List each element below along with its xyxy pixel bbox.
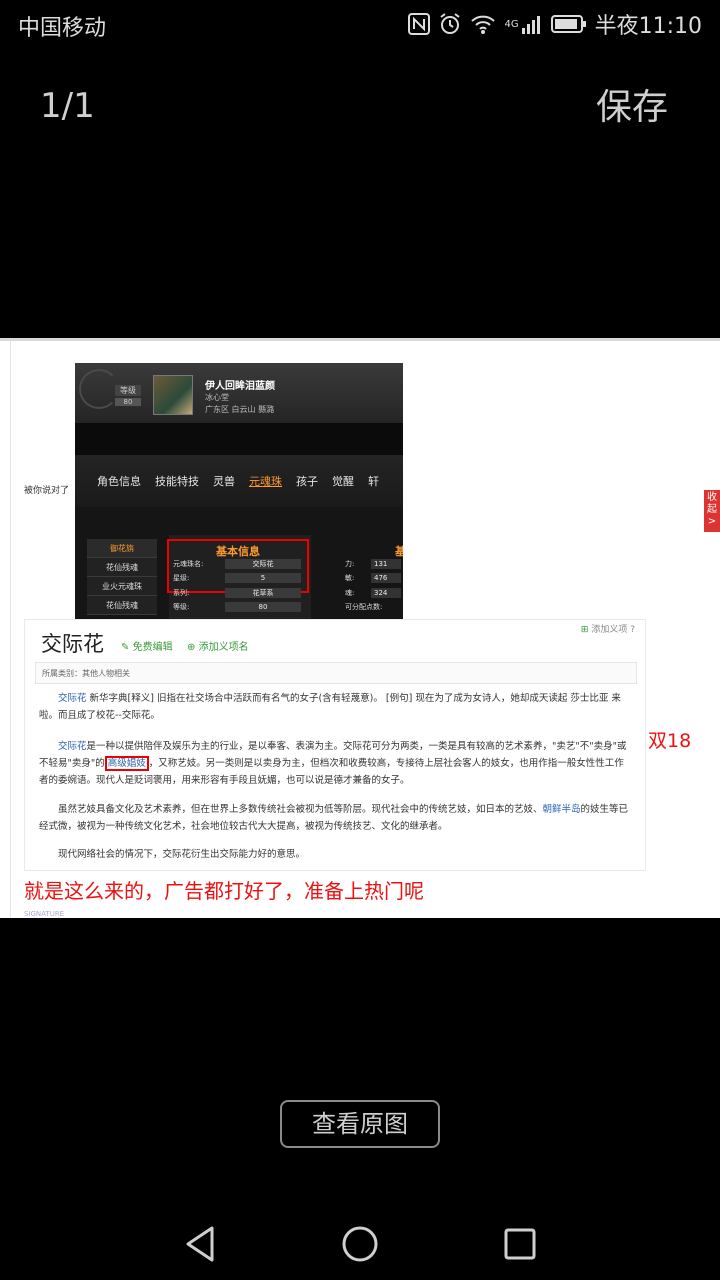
game-sidebar-item: 花仙残魂 bbox=[87, 558, 157, 577]
navigation-bar bbox=[0, 1200, 720, 1280]
stat-label: 敏: bbox=[345, 574, 355, 582]
game-tabs: 角色信息 技能特技 灵兽 元魂珠 孩子 觉醒 轩 bbox=[75, 455, 403, 507]
info-value: 花草系 bbox=[225, 588, 301, 598]
game-sidebar-item: 御花旃 bbox=[87, 539, 157, 558]
page-counter: 1/1 bbox=[40, 86, 95, 126]
recents-square-icon bbox=[504, 1228, 536, 1260]
info-label: 系列: bbox=[173, 589, 190, 597]
paragraph-text: 新华字典[释义] 旧指在社交场合中活跃而有名气的女子(含有轻蔑意)。 [例句] … bbox=[39, 693, 621, 721]
game-tab-active: 元魂珠 bbox=[249, 475, 282, 488]
battery-icon bbox=[550, 10, 587, 38]
term-link: 朝鲜半岛 bbox=[542, 804, 581, 815]
stat-label: 可分配点数: bbox=[345, 603, 383, 611]
level-value: 80 bbox=[115, 398, 141, 406]
term-link: 交际花 bbox=[58, 741, 87, 752]
collapse-tab: 收起> bbox=[704, 490, 720, 532]
stat-label: 力: bbox=[345, 560, 355, 568]
info-value: 交际花 bbox=[225, 559, 301, 569]
edit-link-label: 免费编辑 bbox=[132, 642, 173, 653]
status-icons: 4G 半夜11:10 bbox=[408, 8, 702, 40]
game-tab: 角色信息 bbox=[97, 475, 141, 488]
back-triangle-icon bbox=[186, 1226, 214, 1262]
clock: 半夜11:10 bbox=[594, 14, 702, 39]
image-caption: 就是这么来的，广告都打好了，准备上热门呢 bbox=[24, 879, 424, 903]
game-divider-band bbox=[75, 423, 403, 455]
panel-title: 基本信息 bbox=[216, 545, 260, 558]
add-name-link: ⊕ 添加义项名 bbox=[187, 638, 249, 653]
game-header: 等级 80 伊人回眸泪蓝颜 冰心堂 广东区 白云山 縣潞 bbox=[75, 363, 403, 423]
game-body: 御花旃 花仙残魂 业火元魂珠 花仙残魂 基本信息 元魂珠名: 交际花 星级: 5… bbox=[75, 507, 403, 633]
stat-value: 324 bbox=[371, 588, 401, 598]
level-badge: 等级 80 bbox=[115, 385, 141, 415]
info-label: 等级: bbox=[173, 603, 190, 611]
game-tab: 觉醒 bbox=[332, 475, 354, 488]
plus-icon: ⊞ bbox=[580, 625, 589, 635]
game-tab: 孩子 bbox=[296, 475, 318, 488]
alarm-icon bbox=[438, 10, 462, 38]
save-button[interactable]: 保存 bbox=[596, 78, 668, 130]
paragraph-2: 交际花是一种以提供陪伴及娱乐为主的行业，是以奉客、表演为主。交际花可分为两类，一… bbox=[39, 738, 633, 789]
info-value: 80 bbox=[225, 602, 301, 612]
home-circle-icon bbox=[342, 1226, 378, 1262]
home-button[interactable] bbox=[336, 1220, 384, 1268]
character-server: 广东区 白云山 縣潞 bbox=[205, 405, 275, 414]
add-term-label: 添加义项 bbox=[591, 625, 628, 635]
side-annotation: 双18 bbox=[648, 730, 692, 752]
game-tab: 轩 bbox=[368, 475, 379, 488]
help-icon: ? bbox=[630, 625, 635, 635]
info-value: 5 bbox=[225, 573, 301, 583]
info-label: 元魂珠名: bbox=[173, 560, 204, 568]
character-school: 冰心堂 bbox=[205, 393, 229, 402]
game-tab: 灵兽 bbox=[213, 475, 235, 488]
game-sidebar-item: 花仙残魂 bbox=[87, 596, 157, 615]
displayed-image[interactable]: 被你说对了 等级 80 伊人回眸泪蓝颜 冰心堂 广东区 白云山 縣潞 角色信息 … bbox=[0, 338, 720, 918]
category-bar: 所属类别：其他人物相关 bbox=[35, 662, 637, 684]
paragraph-3: 虽然艺妓具备文化及艺术素养，但在世界上多数传统社会被视为低等阶层。现代社会中的传… bbox=[39, 801, 633, 835]
stat-value: 131 bbox=[371, 559, 401, 569]
character-name: 伊人回眸泪蓝颜 bbox=[205, 381, 275, 392]
image-top-border bbox=[0, 338, 720, 341]
footer-signature: SIGNATURE bbox=[24, 910, 65, 918]
game-screenshot: 等级 80 伊人回眸泪蓝颜 冰心堂 广东区 白云山 縣潞 角色信息 技能特技 灵… bbox=[75, 363, 403, 633]
highlighted-term: 高级娼妓 bbox=[104, 756, 149, 771]
game-sidebar-item: 业火元魂珠 bbox=[87, 577, 157, 596]
side-caption: 被你说对了 bbox=[24, 486, 70, 496]
term-link: 交际花 bbox=[58, 693, 87, 704]
add-name-label: 添加义项名 bbox=[198, 642, 249, 653]
game-sidebar-menu: 御花旃 花仙残魂 业火元魂珠 花仙残魂 bbox=[87, 539, 157, 615]
wifi-icon bbox=[470, 10, 496, 38]
status-bar: 中国移动 4G 半夜11:10 bbox=[0, 0, 720, 50]
game-tab: 技能特技 bbox=[155, 475, 199, 488]
level-label: 等级 bbox=[115, 385, 141, 396]
ornament-icon bbox=[79, 369, 119, 409]
right-panel-heading: 基 bbox=[395, 545, 403, 558]
nfc-icon bbox=[408, 10, 431, 38]
view-original-button[interactable]: 查看原图 bbox=[280, 1100, 440, 1148]
stat-value: 476 bbox=[371, 573, 401, 583]
signal-icon: 4G bbox=[504, 10, 542, 38]
entry-title: 交际花 bbox=[41, 632, 104, 656]
character-avatar bbox=[153, 375, 193, 415]
info-label: 星级: bbox=[173, 574, 190, 582]
paragraph-4: 现代网络社会的情况下，交际花衍生出交际能力好的意思。 bbox=[58, 849, 306, 860]
image-left-border bbox=[10, 341, 11, 918]
paragraph-text: 虽然艺妓具备文化及艺术素养，但在世界上多数传统社会被视为低等阶层。现代社会中的传… bbox=[58, 804, 543, 815]
network-type-label: 4G bbox=[504, 18, 519, 30]
add-term-link: ⊞ 添加义项 ? bbox=[581, 622, 635, 635]
stat-label: 魂: bbox=[345, 589, 355, 597]
add-icon: ⊕ bbox=[187, 642, 196, 653]
paragraph-1: 交际花 新华字典[释义] 旧指在社交场合中活跃而有名气的女子(含有轻蔑意)。 [… bbox=[39, 690, 633, 724]
pencil-icon: ✎ bbox=[121, 642, 130, 653]
carrier-name: 中国移动 bbox=[18, 16, 107, 41]
back-button[interactable] bbox=[176, 1220, 224, 1268]
recents-button[interactable] bbox=[496, 1220, 544, 1268]
encyclopedia-snippet: 交际花 ✎ 免费编辑 ⊕ 添加义项名 ⊞ 添加义项 ? 所属类别：其他人物相关 … bbox=[24, 619, 646, 871]
edit-link: ✎ 免费编辑 bbox=[121, 638, 173, 653]
